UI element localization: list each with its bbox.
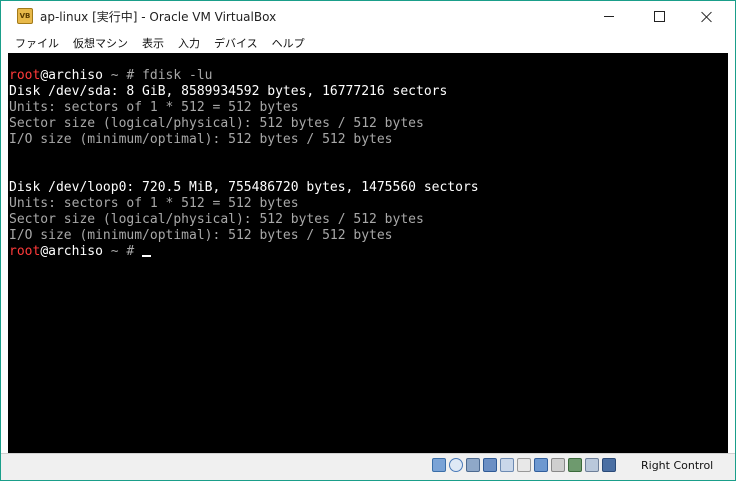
console-output-line: I/O size (minimum/optimal): 512 bytes / …: [9, 228, 393, 243]
optical-drive-icon[interactable]: [449, 458, 463, 472]
console-output-line: Units: sectors of 1 * 512 = 512 bytes: [9, 196, 299, 211]
close-button[interactable]: [684, 1, 730, 32]
hard-disk-icon[interactable]: [432, 458, 446, 472]
video-capture-icon[interactable]: [551, 458, 565, 472]
title-bar[interactable]: VB ap-linux [実行中] - Oracle VM VirtualBox: [1, 1, 735, 32]
console-output-line: Disk /dev/loop0: 720.5 MiB, 755486720 by…: [9, 180, 479, 195]
console-prompt-line: root@archiso ~ # fdisk -lu: [8, 68, 728, 84]
prompt-command: ~ # fdisk -lu: [102, 68, 213, 83]
console-output-line: Sector size (logical/physical): 512 byte…: [9, 116, 424, 131]
prompt-host: @archiso: [40, 244, 103, 259]
console-output-line: Sector size (logical/physical): 512 byte…: [9, 212, 424, 227]
window-title: ap-linux [実行中] - Oracle VM VirtualBox: [40, 10, 277, 24]
console-output-line: Units: sectors of 1 * 512 = 512 bytes: [9, 100, 299, 115]
menu-bar: ファイル 仮想マシン 表示 入力 デバイス ヘルプ: [1, 32, 735, 53]
host-key-label[interactable]: Right Control: [641, 459, 713, 472]
virtualbox-window: VB ap-linux [実行中] - Oracle VM VirtualBox…: [0, 0, 736, 481]
vm-console-screen[interactable]: root@archiso ~ # fdisk -lu Disk /dev/sda:…: [8, 53, 728, 453]
virtualbox-icon: VB: [17, 8, 33, 24]
console-output-line: I/O size (minimum/optimal): 512 bytes / …: [9, 132, 393, 147]
text-cursor: [142, 255, 152, 257]
mouse-integration-icon[interactable]: [585, 458, 599, 472]
menu-file[interactable]: ファイル: [9, 33, 65, 53]
menu-view[interactable]: 表示: [136, 33, 170, 53]
cpu-icon[interactable]: [568, 458, 582, 472]
menu-help[interactable]: ヘルプ: [266, 33, 311, 53]
menu-machine[interactable]: 仮想マシン: [67, 33, 134, 53]
audio-icon[interactable]: [466, 458, 480, 472]
network-icon[interactable]: [483, 458, 497, 472]
maximize-icon: [653, 11, 665, 22]
console-prompt-line: root@archiso ~ #: [8, 244, 728, 260]
usb-icon[interactable]: [500, 458, 514, 472]
prompt-host: @archiso: [40, 68, 103, 83]
menu-input[interactable]: 入力: [172, 33, 206, 53]
close-icon: [701, 11, 713, 23]
status-bar: Right Control: [1, 453, 735, 480]
prompt-user: root: [9, 68, 41, 83]
prompt-user: root: [9, 244, 41, 259]
status-icons: [432, 458, 616, 472]
prompt-command: ~ #: [102, 244, 143, 259]
minimize-icon: [604, 16, 614, 17]
console-output-line: Disk /dev/sda: 8 GiB, 8589934592 bytes, …: [9, 84, 448, 99]
maximize-button[interactable]: [636, 1, 682, 32]
display-icon[interactable]: [534, 458, 548, 472]
keyboard-icon[interactable]: [602, 458, 616, 472]
menu-devices[interactable]: デバイス: [208, 33, 264, 53]
minimize-button[interactable]: [586, 1, 632, 32]
shared-folder-icon[interactable]: [517, 458, 531, 472]
